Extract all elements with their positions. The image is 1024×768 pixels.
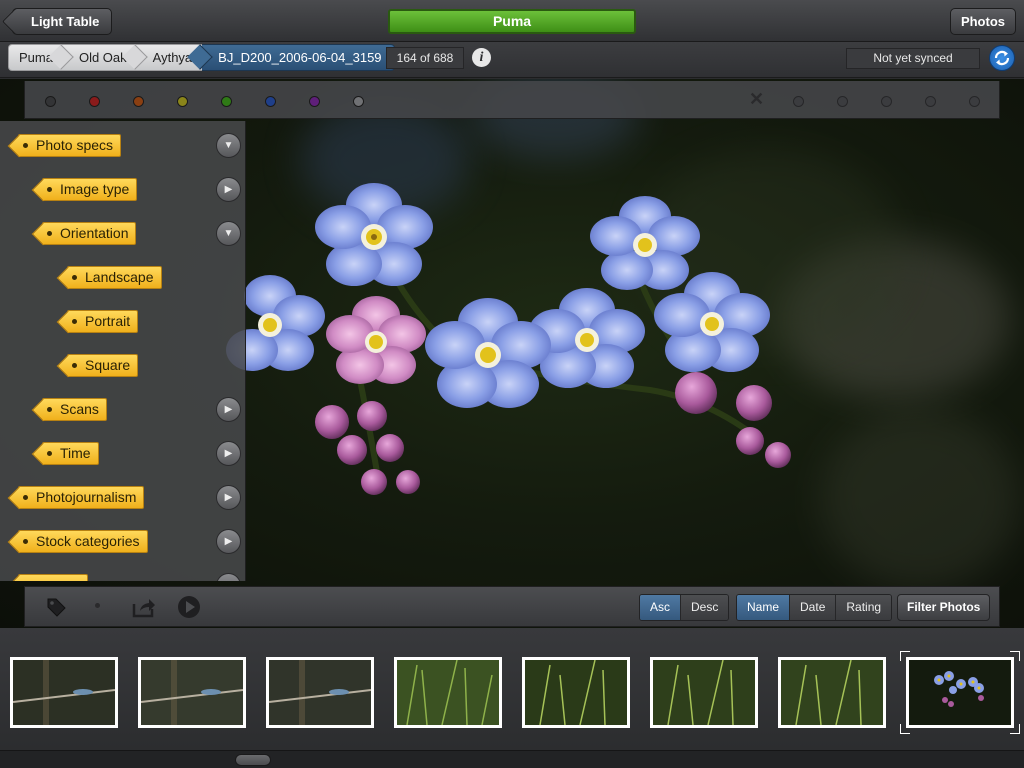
photos-button[interactable]: Photos [949,8,1016,35]
filmstrip [0,628,1024,768]
play-icon[interactable] [177,595,201,624]
keyword-partially-hidden[interactable] [18,574,88,581]
filmstrip-scrollbar[interactable] [0,750,1024,768]
color-label-bar: ✕ [24,81,1000,119]
rating-star-5[interactable] [969,96,980,107]
reject-icon[interactable]: ✕ [749,90,765,108]
thumbnail[interactable] [266,657,374,728]
breadcrumb-label: BJ_D200_2006-06-04_3159 [218,50,382,65]
thumbnail[interactable] [522,657,630,728]
breadcrumb-label: Aythya [152,50,193,65]
keyword-panel: Photo specs ▼ Image type ▶ Orientation ▼… [0,121,246,581]
color-label-yellow[interactable] [177,96,188,107]
app-window: Light Table Puma Photos Puma Old Oak Ayt… [0,0,1024,768]
keyword-photo-specs[interactable]: Photo specs [18,134,122,157]
chevron-right-icon[interactable]: ▶ [216,529,241,554]
thumbnail[interactable] [778,657,886,728]
keyword-orientation[interactable]: Orientation [42,222,137,245]
thumbnail[interactable] [138,657,246,728]
tag-icon[interactable] [45,596,67,623]
chevron-right-icon[interactable] [216,573,241,581]
color-label-orange[interactable] [133,96,144,107]
color-label-none[interactable] [45,96,56,107]
color-label-red[interactable] [89,96,100,107]
top-bar: Light Table Puma Photos [0,0,1024,42]
chevron-down-icon[interactable]: ▼ [216,133,241,158]
keyword-square[interactable]: Square [67,354,139,377]
rating-star-4[interactable] [925,96,936,107]
chevron-down-icon[interactable]: ▼ [216,221,241,246]
sync-status: Not yet synced [846,48,980,69]
color-label-blue[interactable] [265,96,276,107]
keyword-photojournalism[interactable]: Photojournalism [18,486,145,509]
selection-corner [900,651,910,661]
thumbnail-selected[interactable] [906,657,1014,728]
keyword-time[interactable]: Time [42,442,99,465]
dot-icon [95,603,100,608]
breadcrumb-item-old-oak[interactable]: Old Oak [62,44,148,71]
chevron-right-icon[interactable]: ▶ [216,397,241,422]
back-button-label: Light Table [31,14,100,29]
keyword-stock-categories[interactable]: Stock categories [18,530,148,553]
bottom-toolbar: Asc Desc Name Date Rating Filter Photos [24,586,1000,627]
selection-corner [1010,724,1020,734]
chevron-right-icon[interactable]: ▶ [216,177,241,202]
breadcrumb-bar: Puma Old Oak Aythya BJ_D200_2006-06-04_3… [0,42,1024,78]
photo-counter: 164 of 688 [386,47,464,69]
sort-order-control: Asc Desc [639,594,730,621]
light-table-back-button[interactable]: Light Table [12,8,113,35]
info-icon[interactable]: i [472,48,491,67]
sort-by-rating-button[interactable]: Rating [836,595,892,620]
breadcrumb: Puma Old Oak Aythya BJ_D200_2006-06-04_3… [8,44,395,71]
scrollbar-handle[interactable] [235,754,271,766]
color-label-gray[interactable] [353,96,364,107]
keyword-landscape[interactable]: Landscape [67,266,162,289]
breadcrumb-item-puma[interactable]: Puma [8,44,74,71]
keyword-scans[interactable]: Scans [42,398,107,421]
share-icon[interactable] [132,596,156,623]
thumbnail[interactable] [394,657,502,728]
sort-by-control: Name Date Rating [736,594,893,621]
rating-star-3[interactable] [881,96,892,107]
sort-by-name-button[interactable]: Name [737,595,791,620]
rating-star-1[interactable] [793,96,804,107]
rating-star-2[interactable] [837,96,848,107]
thumbnail[interactable] [650,657,758,728]
thumbnail[interactable] [10,657,118,728]
selection-corner [1010,651,1020,661]
color-label-purple[interactable] [309,96,320,107]
keyword-portrait[interactable]: Portrait [67,310,139,333]
sort-by-date-button[interactable]: Date [790,595,837,620]
chevron-right-icon[interactable]: ▶ [216,441,241,466]
sync-icon[interactable] [989,45,1015,71]
filter-photos-button[interactable]: Filter Photos [897,594,991,621]
sort-asc-button[interactable]: Asc [640,595,682,620]
keyword-image-type[interactable]: Image type [42,178,138,201]
chevron-right-icon[interactable]: ▶ [216,485,241,510]
color-label-green[interactable] [221,96,232,107]
breadcrumb-item-current-photo[interactable]: BJ_D200_2006-06-04_3159 [202,44,395,71]
breadcrumb-label: Old Oak [78,50,127,65]
folder-title[interactable]: Puma [388,9,636,34]
sort-desc-button[interactable]: Desc [681,595,729,620]
selection-corner [900,724,910,734]
